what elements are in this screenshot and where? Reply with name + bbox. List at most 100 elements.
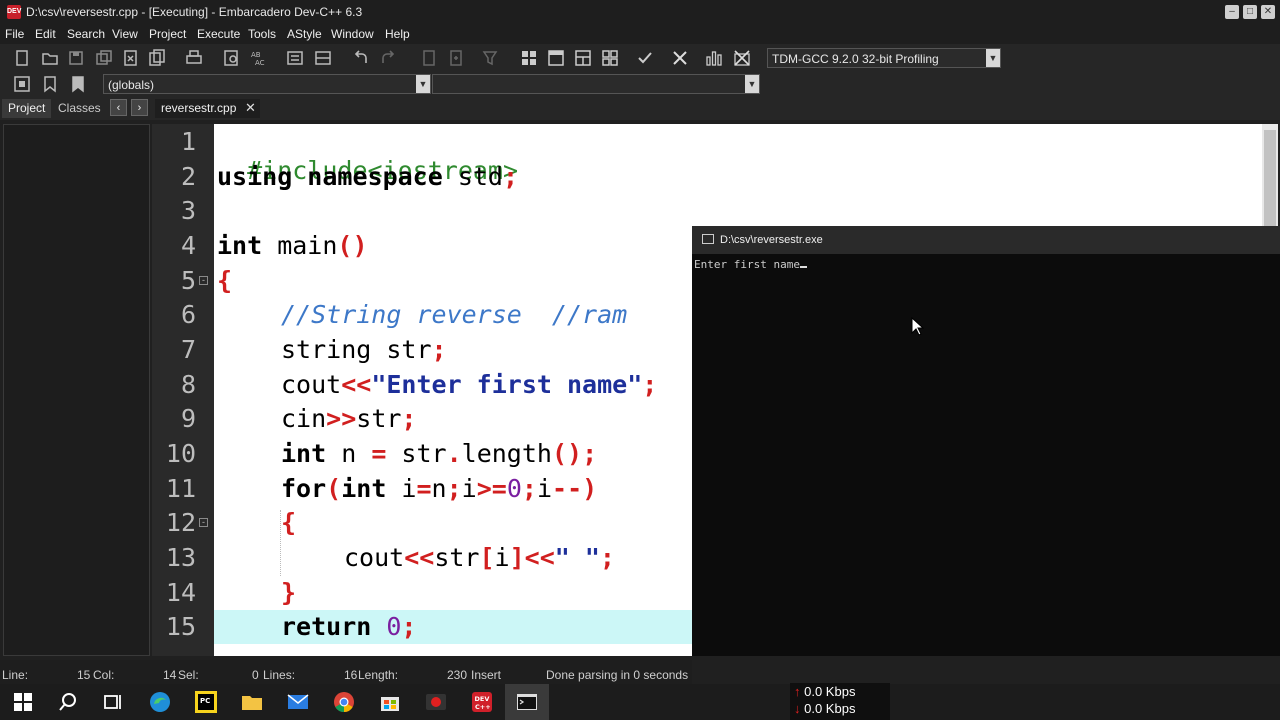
identifier: length	[461, 439, 552, 468]
menu-view[interactable]: View	[112, 27, 138, 41]
store-icon[interactable]	[378, 690, 402, 714]
goto-bookmark-icon[interactable]	[68, 74, 88, 94]
line-number: 12	[165, 508, 196, 537]
menu-file[interactable]: File	[5, 27, 24, 41]
save-icon[interactable]	[66, 48, 86, 68]
pycharm-icon[interactable]: PC	[194, 690, 218, 714]
indent-icon[interactable]	[285, 48, 305, 68]
windows-start-icon[interactable]	[11, 690, 35, 714]
syntax-check-icon[interactable]	[635, 48, 655, 68]
screen-recorder-icon[interactable]	[424, 690, 448, 714]
profile-icon[interactable]	[704, 48, 724, 68]
symbol: ;	[503, 162, 519, 191]
upload-speed: ↑ 0.0 Kbps	[794, 684, 856, 699]
compile-run-icon[interactable]	[573, 48, 593, 68]
close-window-button[interactable]: ✕	[1261, 5, 1275, 19]
print-icon[interactable]	[184, 48, 204, 68]
symbol: ;	[599, 543, 615, 572]
code-line-10: int n = str.length();	[281, 439, 597, 468]
status-col-label: Col:	[93, 668, 115, 682]
menu-edit[interactable]: Edit	[35, 27, 56, 41]
file-tab-label: reversestr.cpp	[161, 101, 237, 115]
symbol: >>	[326, 404, 357, 433]
remove-from-project-icon[interactable]	[480, 48, 500, 68]
scrollbar-thumb[interactable]	[1264, 130, 1276, 230]
fold-toggle-icon[interactable]: -	[199, 518, 208, 527]
tab-classes[interactable]: Classes	[52, 99, 107, 118]
delete-profile-icon[interactable]	[732, 48, 752, 68]
fold-toggle-icon[interactable]: -	[199, 276, 208, 285]
undo-icon[interactable]	[351, 48, 371, 68]
menu-astyle[interactable]: AStyle	[287, 27, 322, 41]
toggle-bookmark-icon[interactable]	[40, 74, 60, 94]
close-tab-icon[interactable]: ✕	[245, 100, 256, 116]
chevron-left-icon[interactable]: ‹	[110, 99, 127, 116]
symbol: (	[326, 474, 342, 503]
code-line-15: return 0;	[281, 612, 416, 641]
identifier: cin	[281, 404, 327, 433]
menu-tools[interactable]: Tools	[248, 27, 276, 41]
rebuild-all-icon[interactable]	[600, 48, 620, 68]
download-speed-value: 0.0 Kbps	[804, 701, 856, 716]
chevron-down-icon[interactable]: ▼	[745, 75, 759, 93]
replace-icon[interactable]: AB AC	[249, 48, 269, 68]
function-select[interactable]: ▼	[432, 74, 760, 94]
line-number: 7	[180, 335, 196, 364]
chevron-right-icon[interactable]: ›	[131, 99, 148, 116]
line-number: 14	[165, 578, 196, 607]
menu-window[interactable]: Window	[331, 27, 374, 41]
search-icon[interactable]	[56, 690, 80, 714]
new-project-icon[interactable]	[419, 48, 439, 68]
console-title: D:\csv\reversestr.exe	[720, 234, 823, 246]
compile-icon[interactable]	[519, 48, 539, 68]
task-view-icon[interactable]	[101, 690, 125, 714]
close-all-icon[interactable]	[147, 48, 167, 68]
insert-icon[interactable]	[12, 74, 32, 94]
symbol: ;	[446, 474, 462, 503]
redo-icon[interactable]	[378, 48, 398, 68]
menu-bar: File Edit Search View Project Execute To…	[0, 24, 1280, 44]
devcpp-icon[interactable]: DEV C++	[470, 690, 494, 714]
close-file-icon[interactable]	[121, 48, 141, 68]
line-number: 1	[180, 127, 196, 156]
symbol: }	[281, 578, 297, 607]
scope-select[interactable]: (globals) ▼	[103, 74, 431, 94]
menu-execute[interactable]: Execute	[197, 27, 240, 41]
chevron-down-icon[interactable]: ▼	[416, 75, 430, 93]
file-explorer-icon[interactable]	[240, 690, 264, 714]
save-all-icon[interactable]	[94, 48, 114, 68]
identifier: i	[386, 474, 417, 503]
maximize-button[interactable]: □	[1243, 5, 1257, 19]
menu-project[interactable]: Project	[149, 27, 186, 41]
add-to-project-icon[interactable]	[446, 48, 466, 68]
mail-icon[interactable]	[286, 690, 310, 714]
stop-execution-icon[interactable]	[670, 48, 690, 68]
app-icon: DEV	[7, 5, 21, 19]
code-line-8: cout<<"Enter first name";	[281, 370, 657, 399]
edge-browser-icon[interactable]	[148, 690, 172, 714]
symbol: ();	[551, 439, 598, 468]
symbol: ;	[431, 335, 447, 364]
compiler-profile-value: TDM-GCC 9.2.0 32-bit Profiling	[772, 52, 939, 66]
download-speed: ↓ 0.0 Kbps	[794, 701, 856, 716]
console-window[interactable]	[692, 226, 1280, 656]
compiler-profile-select[interactable]: TDM-GCC 9.2.0 32-bit Profiling ▼	[767, 48, 1001, 68]
identifier: string str	[281, 335, 432, 364]
status-bar: Line: 15 Col: 14 Sel: 0 Lines: 16 Length…	[0, 660, 692, 684]
run-icon[interactable]	[546, 48, 566, 68]
console-task-icon[interactable]	[515, 690, 539, 714]
chrome-icon[interactable]	[332, 690, 356, 714]
menu-help[interactable]: Help	[385, 27, 410, 41]
tab-project[interactable]: Project	[2, 99, 52, 118]
chevron-down-icon[interactable]: ▼	[986, 49, 1000, 67]
symbol: =	[371, 439, 387, 468]
find-icon[interactable]	[222, 48, 242, 68]
menu-search[interactable]: Search	[67, 27, 105, 41]
symbol: ()	[337, 231, 368, 260]
new-file-icon[interactable]	[12, 48, 32, 68]
minimize-button[interactable]: –	[1225, 5, 1239, 19]
console-output: Enter first name	[694, 258, 807, 271]
unindent-icon[interactable]	[313, 48, 333, 68]
open-folder-icon[interactable]	[40, 48, 60, 68]
symbol: [	[479, 543, 495, 572]
